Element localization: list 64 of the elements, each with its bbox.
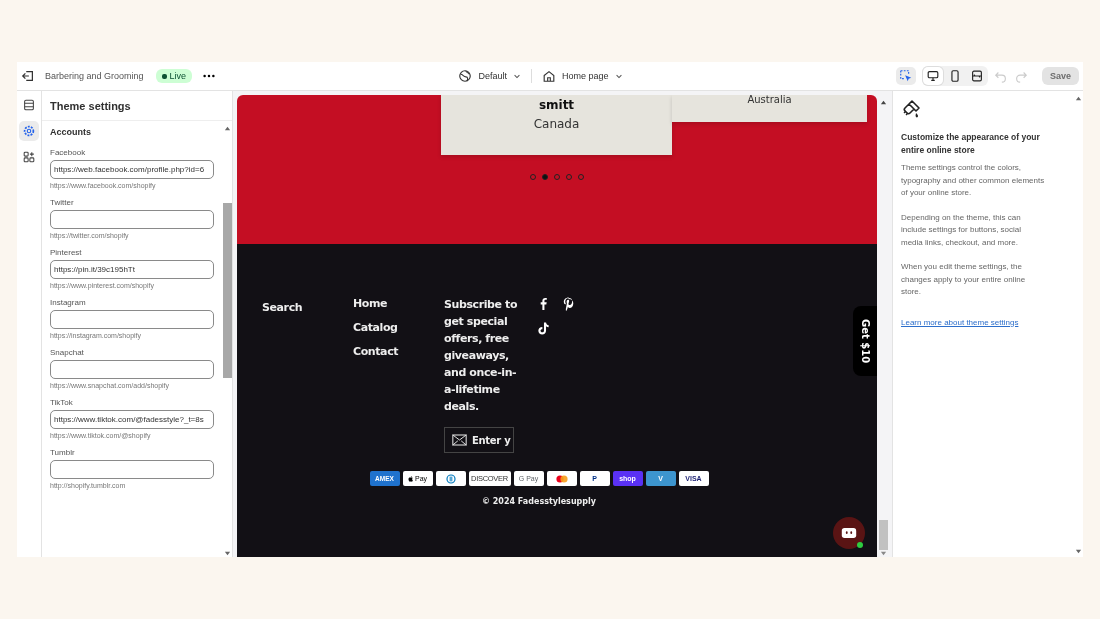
select-cursor-icon	[898, 69, 913, 83]
scroll-down-icon[interactable]	[223, 550, 231, 557]
envelope-icon	[452, 434, 467, 446]
reviewer-country: Australia	[746, 95, 793, 105]
field-label: Twitter	[50, 198, 75, 207]
chat-icon	[840, 525, 858, 541]
url-input-field[interactable]: https://web.facebook.com/profile.php?id=6	[50, 160, 214, 179]
panel-title: Theme settings	[42, 91, 232, 121]
pinterest-icon[interactable]	[561, 296, 576, 311]
chevron-icon	[614, 72, 623, 80]
info-paragraph: Theme settings control the colors, typography and other common elements of your online store.	[901, 162, 1045, 199]
tiktok-icon[interactable]	[536, 321, 551, 336]
url-input-field[interactable]	[50, 360, 214, 379]
store-name: Barbering and Grooming	[45, 71, 144, 81]
url-input-field[interactable]: https://pin.it/39c195hTt	[50, 260, 214, 279]
learn-more-link[interactable]: Learn more about theme settings	[901, 317, 1019, 327]
scrollbar-thumb[interactable]	[878, 520, 888, 550]
url-input-field[interactable]	[50, 460, 214, 479]
section-heading: Accounts	[50, 127, 92, 137]
desktop-view-button[interactable]	[922, 67, 943, 85]
scroll-up-icon[interactable]	[1074, 95, 1082, 102]
email-input-field[interactable]: Enter y	[444, 427, 514, 453]
field-label: TikTok	[50, 398, 74, 407]
apps-icon	[22, 150, 36, 164]
settings-rail-button[interactable]	[19, 121, 39, 141]
info-paragraph: Depending on the theme, this can include settings for buttons, social media links, checkout, and more.	[901, 211, 1023, 249]
status-badge: Live	[155, 69, 193, 83]
url-input-field[interactable]	[50, 210, 214, 229]
info-paragraph: When you edit theme settings, the changes apply to your entire online store.	[901, 261, 1027, 298]
home-icon	[542, 69, 556, 83]
settings-icon	[22, 124, 36, 138]
footer-link[interactable]: Search	[262, 301, 303, 314]
field-label: Pinterest	[50, 248, 83, 257]
reviewer-name: smitt	[537, 98, 576, 112]
scroll-up-icon[interactable]	[879, 99, 887, 106]
url-input-field[interactable]: https://www.tiktok.com/@fadesstyle?_t=8s	[50, 410, 214, 429]
info-heading: Customize the appearance of your entire online store	[901, 131, 1041, 157]
reviewer-country: Canada	[532, 117, 581, 131]
field-label: Snapchat	[50, 348, 85, 357]
exit-icon[interactable]	[21, 69, 35, 83]
scroll-down-icon[interactable]	[1074, 548, 1082, 555]
diners-payment-icon	[435, 471, 466, 486]
desktop-icon	[925, 69, 940, 83]
field-label: Instagram	[50, 298, 87, 307]
scrollbar-thumb[interactable]	[222, 203, 232, 378]
mastercard-payment-icon	[546, 471, 577, 486]
sections-icon	[22, 98, 36, 112]
copyright-text: © 2024 Fadesstylesupply	[481, 497, 597, 506]
page-dropdown[interactable]: Home page	[542, 69, 623, 83]
full-width-icon	[969, 69, 984, 83]
promo-tab[interactable]: Get $10	[853, 306, 877, 376]
chevron-icon	[513, 72, 521, 80]
inspector-button[interactable]	[895, 67, 916, 85]
field-label: Tumblr	[50, 448, 76, 457]
carousel-dot[interactable]	[542, 174, 548, 180]
newsletter-text: Subscribe to get special offers, free giveaways, and once-in-a-lifetime deals.	[444, 297, 519, 415]
url-input-field[interactable]	[50, 310, 214, 329]
footer-link[interactable]: Home	[353, 296, 444, 312]
paintbrush-icon	[901, 99, 921, 119]
theme-dropdown[interactable]: Default	[458, 69, 521, 83]
footer-link[interactable]: Catalog	[353, 320, 444, 336]
scroll-up-icon[interactable]	[223, 125, 231, 132]
field-label: Facebook	[50, 148, 87, 157]
footer-link[interactable]: Contact	[353, 344, 444, 360]
